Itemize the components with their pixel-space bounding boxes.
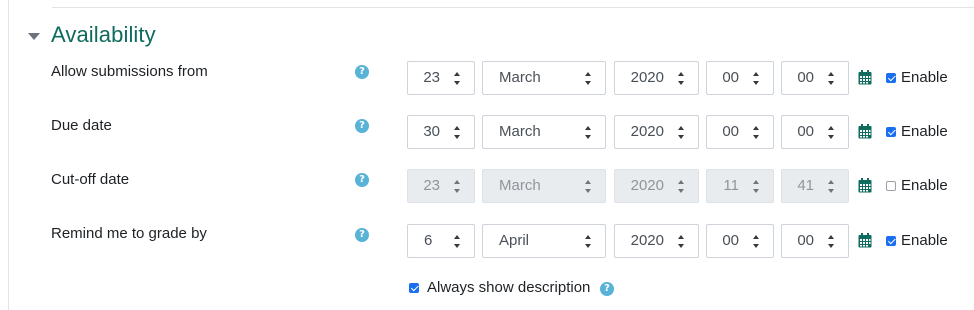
section-title: Availability	[51, 22, 156, 47]
hour-select[interactable]: 00	[706, 61, 774, 95]
year-select[interactable]: 2020	[614, 115, 699, 149]
calendar-icon[interactable]	[858, 124, 872, 139]
month-select[interactable]: April	[482, 224, 606, 258]
enable-label[interactable]: Enable	[901, 69, 948, 86]
row-label: Cut-off date	[51, 171, 130, 188]
availability-section-toggle[interactable]: Availability	[28, 20, 156, 50]
hour-select: 11	[706, 169, 774, 203]
always-show-description-field: Always show description ?	[409, 278, 709, 298]
enable-label[interactable]: Enable	[901, 232, 948, 249]
row-label: Due date	[51, 117, 112, 134]
enable-label[interactable]: Enable	[901, 123, 948, 140]
day-select: 23	[407, 169, 475, 203]
minute-select[interactable]: 00	[781, 224, 849, 258]
day-select[interactable]: 6	[407, 224, 475, 258]
month-select[interactable]: March	[482, 115, 606, 149]
always-show-description-label[interactable]: Always show description	[427, 279, 590, 296]
month-select: March	[482, 169, 606, 203]
minute-select[interactable]: 00	[781, 61, 849, 95]
section-divider	[52, 7, 974, 8]
year-select: 2020	[614, 169, 699, 203]
enable-label[interactable]: Enable	[901, 177, 948, 194]
minute-select: 41	[781, 169, 849, 203]
date-row-remind-to-grade: Remind me to grade by ? 6 April 2020 00 …	[0, 224, 974, 260]
minute-select[interactable]: 00	[781, 115, 849, 149]
day-select[interactable]: 23	[407, 61, 475, 95]
row-label: Allow submissions from	[51, 63, 208, 80]
year-select[interactable]: 2020	[614, 61, 699, 95]
form-left-border	[8, 0, 9, 310]
date-row-allow-submissions: Allow submissions from ? 23 March 2020 0…	[0, 61, 974, 97]
caret-down-icon	[28, 32, 40, 40]
year-select[interactable]: 2020	[614, 224, 699, 258]
help-icon[interactable]: ?	[355, 65, 369, 79]
calendar-icon[interactable]	[858, 70, 872, 85]
help-icon[interactable]: ?	[355, 228, 369, 242]
enable-checkbox[interactable]	[886, 181, 896, 191]
enable-checkbox[interactable]	[886, 127, 896, 137]
calendar-icon[interactable]	[858, 178, 872, 193]
help-icon[interactable]: ?	[355, 119, 369, 133]
day-select[interactable]: 30	[407, 115, 475, 149]
hour-select[interactable]: 00	[706, 224, 774, 258]
enable-checkbox[interactable]	[886, 73, 896, 83]
month-select[interactable]: March	[482, 61, 606, 95]
help-icon[interactable]: ?	[355, 173, 369, 187]
help-icon[interactable]: ?	[600, 282, 614, 296]
date-row-cut-off-date: Cut-off date ? 23 March 2020 11 41 Enabl…	[0, 169, 974, 205]
date-row-due-date: Due date ? 30 March 2020 00 00 Enable	[0, 115, 974, 151]
calendar-icon[interactable]	[858, 233, 872, 248]
enable-checkbox[interactable]	[886, 236, 896, 246]
hour-select[interactable]: 00	[706, 115, 774, 149]
row-label: Remind me to grade by	[51, 225, 207, 242]
always-show-description-checkbox[interactable]	[409, 283, 419, 293]
